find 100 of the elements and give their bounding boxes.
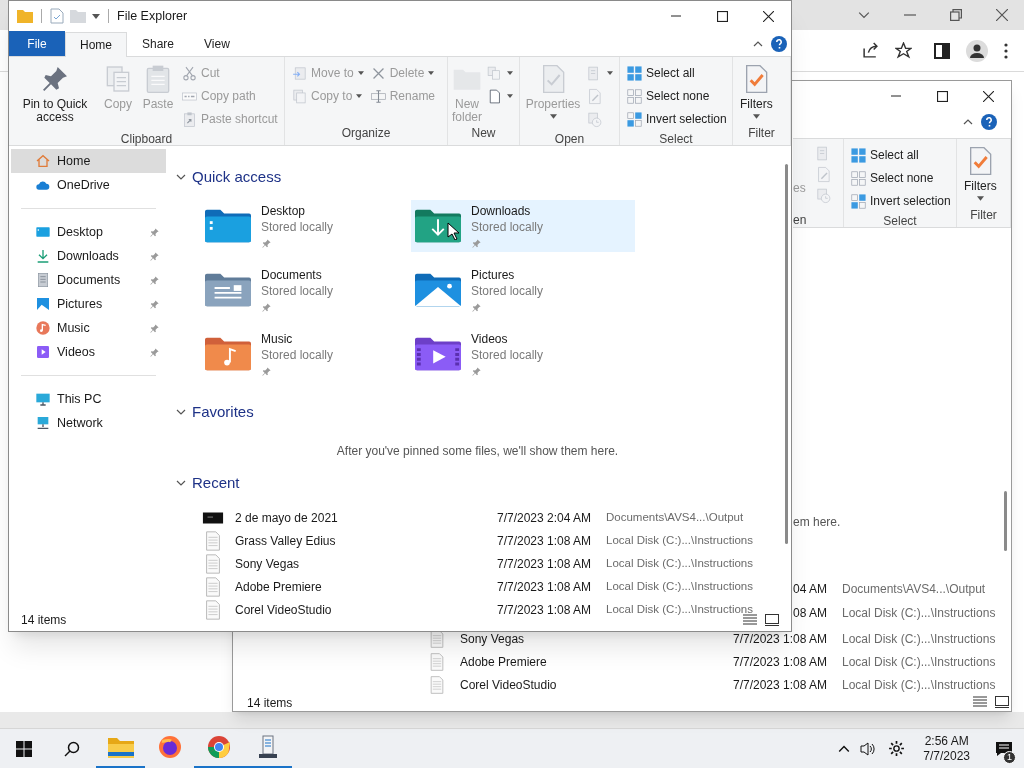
section-header[interactable]: Favorites xyxy=(176,400,254,424)
music-note-icon xyxy=(35,320,51,336)
nav-item[interactable]: Desktop xyxy=(11,220,166,244)
nav-item[interactable]: Videos xyxy=(11,340,166,364)
folder-tile[interactable]: Desktop Stored locally xyxy=(201,200,411,252)
ribbon-button[interactable]: Invert selection xyxy=(624,108,729,130)
browser-logo-icon xyxy=(157,735,182,759)
file-row[interactable]: Corel VideoStudio 7/7/2023 1:08 AM Local Disk (C:)...\Instructions xyxy=(202,598,779,621)
ribbon-group-label: en xyxy=(793,212,807,229)
speaker-icon[interactable] xyxy=(860,740,877,757)
help-icon[interactable] xyxy=(981,114,997,130)
file-row[interactable]: Sony Vegas 7/7/2023 1:08 AM Local Disk (C:)...\Instructions xyxy=(202,552,779,575)
close-icon[interactable] xyxy=(996,9,1008,21)
chevron-icon xyxy=(753,39,763,49)
folder-tile[interactable]: Downloads Stored locally xyxy=(411,200,635,252)
app-icon xyxy=(257,735,278,759)
document-icon xyxy=(35,272,51,288)
ribbon-group-label: Organize xyxy=(340,125,392,142)
file-row[interactable]: 2 de mayo de 2021 7/7/2023 2:04 AM Documents\AVS4...\Output xyxy=(202,506,779,529)
ribbon-button[interactable]: Pin to Quick access xyxy=(13,61,97,124)
chevron-icon xyxy=(963,117,973,127)
maximize-icon xyxy=(716,10,728,22)
ribbon-button[interactable]: Select none xyxy=(624,85,729,107)
chevron-icon[interactable] xyxy=(858,9,870,21)
scrollbar[interactable] xyxy=(1004,491,1007,551)
folder-subtitle: Stored locally xyxy=(261,219,334,235)
location-text: Local Disk (C:)...\Instructions xyxy=(842,605,996,622)
folder-tile[interactable]: Pictures Stored locally xyxy=(411,264,635,316)
nav-item[interactable]: Network xyxy=(11,411,166,435)
nav-item[interactable]: Music xyxy=(11,316,166,340)
ribbon-tab[interactable]: Share xyxy=(127,31,190,56)
folder-subtitle: Stored locally xyxy=(471,347,544,363)
scrollbar[interactable] xyxy=(785,164,788,544)
tiles-view-icon[interactable] xyxy=(995,696,1009,708)
star-icon[interactable] xyxy=(895,42,912,59)
pin-icon xyxy=(261,302,272,313)
video-icon xyxy=(35,344,51,360)
nav-item[interactable]: Downloads xyxy=(11,244,166,268)
location-text: Local Disk (C:)...\Instructions xyxy=(842,677,996,694)
section-header[interactable]: Recent xyxy=(176,471,240,495)
tiles-view-icon[interactable] xyxy=(765,614,779,626)
chevron-icon xyxy=(176,407,186,417)
nav-item[interactable]: Home xyxy=(11,149,166,173)
folder-subtitle: Stored locally xyxy=(261,283,334,299)
scissors-icon xyxy=(181,64,198,82)
status-text: 14 items xyxy=(21,612,68,629)
nav-item[interactable]: OneDrive xyxy=(11,173,166,197)
search-icon xyxy=(64,740,80,757)
ribbon-group-label: Open xyxy=(553,131,586,148)
folder-icon xyxy=(415,207,461,243)
restore-icon[interactable] xyxy=(950,9,962,21)
nav-item[interactable]: Pictures xyxy=(11,292,166,316)
file-name[interactable]: Adobe Premiere xyxy=(460,653,547,671)
caret-icon xyxy=(752,114,760,119)
ribbon-button[interactable]: Select none xyxy=(848,167,953,189)
help-icon[interactable] xyxy=(771,36,787,52)
caret-icon xyxy=(507,94,513,98)
checkmark-page-icon[interactable] xyxy=(50,8,64,24)
section-header[interactable]: Quick access xyxy=(176,165,282,189)
nav-item[interactable]: This PC xyxy=(11,387,166,411)
chevron-icon xyxy=(176,478,186,488)
folder-icon xyxy=(205,335,251,371)
ribbon-button[interactable]: Filters xyxy=(737,61,776,119)
details-view-icon[interactable] xyxy=(973,696,987,708)
caret-icon xyxy=(356,94,363,98)
ribbon-button[interactable]: Select all xyxy=(624,62,729,84)
folder-tile[interactable]: Music Stored locally xyxy=(201,328,411,380)
pin-icon xyxy=(149,250,160,262)
ribbon-tab[interactable]: Home xyxy=(65,32,127,57)
grid-icon xyxy=(626,87,643,105)
profile-icon[interactable] xyxy=(966,39,988,62)
pin-icon xyxy=(471,366,482,377)
notification-button[interactable]: 1 xyxy=(984,728,1024,768)
ribbon-button[interactable]: Select all xyxy=(848,144,953,166)
share-icon[interactable] xyxy=(862,42,879,59)
details-view-icon[interactable] xyxy=(743,614,757,626)
folder-subtitle: Stored locally xyxy=(471,283,544,299)
copy-icon xyxy=(291,87,308,105)
file-name[interactable]: Corel VideoStudio xyxy=(460,676,557,694)
menu-icon[interactable] xyxy=(1004,42,1008,59)
ribbon-button[interactable]: Invert selection xyxy=(848,190,953,212)
file-name[interactable]: Sony Vegas xyxy=(460,630,525,648)
nav-item[interactable]: Documents xyxy=(11,268,166,292)
gear-icon[interactable] xyxy=(888,740,906,757)
file-row[interactable]: Grass Valley Edius 7/7/2023 1:08 AM Local Disk (C:)...\Instructions xyxy=(202,529,779,552)
folder-icon xyxy=(205,271,251,307)
folder-name: Music xyxy=(261,331,294,347)
file-row[interactable]: Adobe Premiere 7/7/2023 1:08 AM Local Disk (C:)...\Instructions xyxy=(202,575,779,598)
folder-name: Documents xyxy=(261,267,323,283)
clock-button[interactable]: 2:56 AM 7/7/2023 xyxy=(915,733,978,764)
empty-message: em here. xyxy=(793,514,841,531)
folder-tile[interactable]: Videos Stored locally xyxy=(411,328,635,380)
clipboard-icon xyxy=(181,110,198,128)
maximize-icon xyxy=(936,90,948,102)
ribbon-button[interactable]: Filters xyxy=(961,143,1000,201)
ribbon-tab[interactable]: File xyxy=(9,31,65,56)
folder-tile[interactable]: Documents Stored locally xyxy=(201,264,411,316)
side-panel-icon[interactable] xyxy=(934,42,950,59)
ribbon-group-label: Clipboard xyxy=(119,131,174,148)
ribbon-tab[interactable]: View xyxy=(189,31,245,56)
